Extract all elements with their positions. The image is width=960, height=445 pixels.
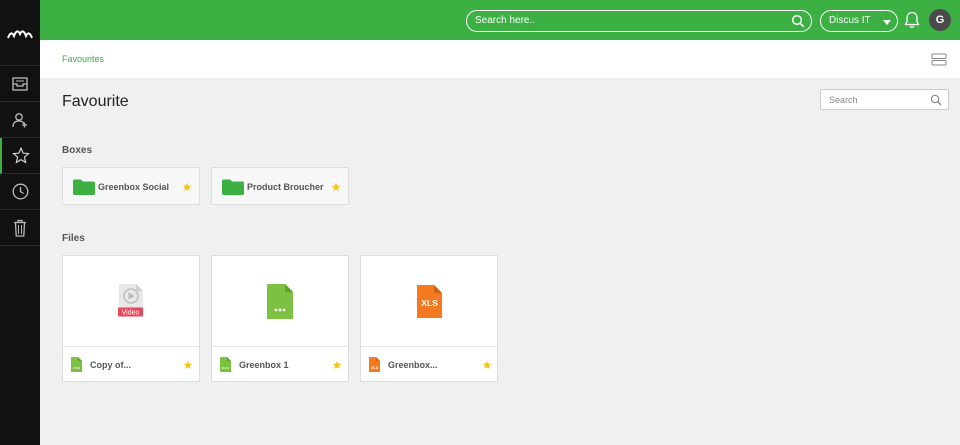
file-footer: Greenbox 1 [212,346,348,381]
sidebar-item-users[interactable] [0,102,40,138]
star-icon[interactable] [332,360,342,370]
box-card[interactable]: Greenbox Social [62,167,200,205]
xls-small-badge: XLS [371,366,378,370]
star-icon[interactable] [482,360,492,370]
logo-icon [7,29,33,38]
xls-file-icon: XLS [369,357,380,372]
bell-icon[interactable] [904,11,920,29]
trash-icon [14,219,26,237]
page-title: Favourite [62,93,129,110]
file-name: Greenbox... [388,360,438,370]
breadcrumb[interactable]: Favourites [62,54,104,64]
sidebar-item-inbox[interactable] [0,66,40,102]
global-search-input[interactable]: Search here.. [466,10,812,32]
files-section-label: Files [62,233,85,244]
breadcrumb-bar: Favourites [40,40,960,78]
sidebar [0,0,40,445]
avatar[interactable]: G [929,9,951,31]
add-user-icon [12,112,27,127]
doc-file-icon [71,357,82,372]
favourites-search-placeholder: Search [829,95,858,105]
box-name: Product Broucher [247,182,324,192]
file-name: Greenbox 1 [239,360,289,370]
folder-icon [73,179,95,195]
doc-file-icon [267,283,293,319]
app-logo[interactable] [0,0,40,66]
file-preview [212,256,348,346]
star-icon[interactable] [182,182,192,192]
box-name: Greenbox Social [98,182,170,192]
xls-badge: XLS [421,298,438,308]
folder-icon [222,179,244,195]
star-icon [12,147,30,164]
sidebar-item-recent[interactable] [0,174,40,210]
top-bar: Search here.. Discus IT G [40,0,960,40]
star-icon[interactable] [183,360,193,370]
boxes-section-label: Boxes [62,145,93,156]
xls-file-icon: XLS [416,284,442,318]
file-preview: Video [63,256,199,346]
list-view-icon[interactable] [931,53,947,66]
search-icon[interactable] [930,94,942,106]
search-icon[interactable] [791,14,805,28]
favourites-search-input[interactable]: Search [820,89,949,110]
company-select[interactable]: Discus IT [820,10,898,32]
file-name: Copy of... [90,360,131,370]
box-card[interactable]: Product Broucher [211,167,349,205]
company-select-value: Discus IT [829,15,871,26]
file-footer: XLS Greenbox... [361,346,497,381]
sidebar-item-trash[interactable] [0,210,40,246]
doc-file-icon [220,357,231,372]
clock-icon [12,183,28,200]
file-card[interactable]: Greenbox 1 [211,255,349,382]
chevron-down-icon [883,20,891,25]
file-preview: XLS [361,256,497,346]
sidebar-item-favourites[interactable] [0,138,40,174]
global-search-placeholder: Search here.. [475,15,536,26]
video-file-icon: Video [118,284,143,317]
file-card[interactable]: Video Copy of... [62,255,200,382]
file-footer: Copy of... [63,346,199,381]
star-icon[interactable] [331,182,341,192]
file-card[interactable]: XLS XLS Greenbox... [360,255,498,382]
video-badge: Video [122,310,140,317]
inbox-icon [12,76,28,91]
